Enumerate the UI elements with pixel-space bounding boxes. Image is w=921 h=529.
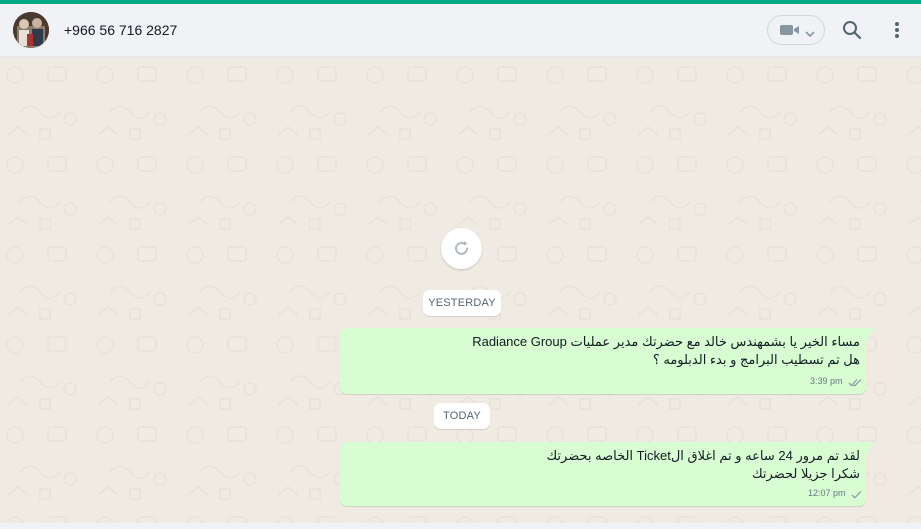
contact-avatar[interactable] [13,12,49,48]
message-bubble-outgoing[interactable]: مساء الخير يا بشمهندس خالد مع حضرتك مدير… [340,328,874,394]
date-divider-today: TODAY [434,403,490,429]
message-text-line: لقد تم مرور 24 ساعه و تم اغلاق الTicket … [546,448,860,463]
message-time: 12:07 pm [807,488,846,498]
kebab-menu-icon[interactable] [892,20,902,40]
bubble-tail [866,442,874,455]
message-text-line: مساء الخير يا بشمهندس خالد مع حضرتك مدير… [472,334,860,349]
bubble-tail [866,328,874,341]
date-divider-yesterday: YESTERDAY [423,290,501,316]
search-icon[interactable] [842,20,862,40]
single-tick-icon [851,491,862,499]
conversation-panel[interactable]: YESTERDAY مساء الخير يا بشمهندس خالد مع … [0,57,921,529]
chevron-down-icon [805,25,815,43]
video-camera-icon [780,23,800,42]
message-text-line: شكرا جزيلا لحضرتك [751,466,860,481]
message-time: 3:39 pm [809,376,843,386]
refresh-button[interactable] [441,228,482,269]
refresh-icon [455,241,468,255]
message-meta: 12:07 pm [807,488,862,501]
message-text-line: هل تم تسطيب البرامج و بدء الدبلومه ؟ [652,352,860,367]
composer-edge [0,523,921,529]
message-meta: 3:39 pm [809,376,862,389]
message-bubble-outgoing[interactable]: لقد تم مرور 24 ساعه و تم اغلاق الTicket … [340,442,874,506]
chat-header: +966 56 716 2827 [0,4,921,57]
double-tick-icon [848,379,862,387]
contact-name[interactable]: +966 56 716 2827 [64,22,177,38]
video-call-button[interactable] [767,15,825,45]
